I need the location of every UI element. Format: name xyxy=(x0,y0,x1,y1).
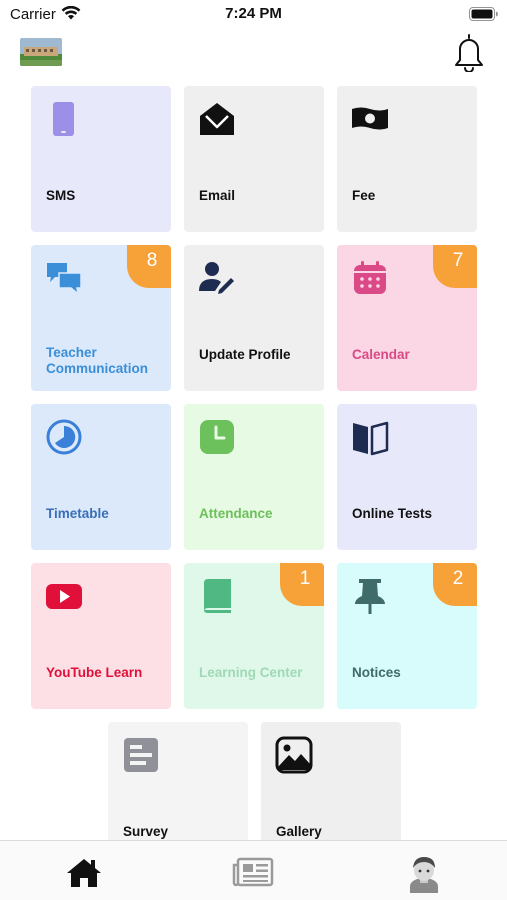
poll-icon xyxy=(122,736,160,774)
book-open-icon xyxy=(351,418,389,456)
chat-icon xyxy=(45,259,83,297)
pushpin-icon xyxy=(351,577,389,615)
notification-badge: 2 xyxy=(433,563,477,606)
tile-label: Attendance xyxy=(199,506,273,521)
notification-badge: 7 xyxy=(433,245,477,288)
tile-label: Fee xyxy=(352,188,376,203)
tile-online-tests[interactable]: Online Tests xyxy=(337,404,477,550)
tile-label: SMS xyxy=(46,188,76,203)
app-header xyxy=(0,28,507,80)
tile-label: YouTube Learn xyxy=(46,665,143,680)
phone-icon xyxy=(45,100,83,138)
tile-timetable[interactable]: Timetable xyxy=(31,404,171,550)
tile-label: Update Profile xyxy=(199,347,291,362)
image-icon xyxy=(275,736,313,774)
tile-notices[interactable]: Notices 2 xyxy=(337,563,477,709)
tile-label: Survey xyxy=(123,824,169,839)
tile-update-profile[interactable]: Update Profile xyxy=(184,245,324,391)
envelope-open-icon xyxy=(198,100,236,138)
tile-calendar[interactable]: Calendar 7 xyxy=(337,245,477,391)
tile-label: Notices xyxy=(352,665,401,680)
youtube-icon xyxy=(45,577,83,615)
newspaper-icon[interactable] xyxy=(232,853,276,893)
money-bill-icon xyxy=(351,100,389,138)
clock-icon xyxy=(198,418,236,456)
tile-label: Teacher Communication xyxy=(46,345,149,376)
battery-icon xyxy=(469,7,498,21)
school-logo xyxy=(20,38,62,66)
calendar-icon xyxy=(351,259,389,297)
tile-learning-center[interactable]: Learning Center 1 xyxy=(184,563,324,709)
tile-label: Timetable xyxy=(46,506,109,521)
tile-sms[interactable]: SMS xyxy=(31,86,171,232)
tile-label: Gallery xyxy=(276,824,322,839)
status-bar: Carrier 7:24 PM xyxy=(0,0,507,28)
home-icon[interactable] xyxy=(64,853,104,893)
book-icon xyxy=(198,577,236,615)
tile-label: Email xyxy=(199,188,236,203)
user-edit-icon xyxy=(198,259,236,297)
tile-attendance[interactable]: Attendance xyxy=(184,404,324,550)
bottom-nav xyxy=(0,840,507,900)
tile-fee[interactable]: Fee xyxy=(337,86,477,232)
tile-label: Calendar xyxy=(352,347,410,362)
clock-pie-icon xyxy=(45,418,83,456)
bell-icon[interactable] xyxy=(451,32,487,72)
notification-badge: 1 xyxy=(280,563,324,606)
tile-email[interactable]: Email xyxy=(184,86,324,232)
tile-label: Online Tests xyxy=(352,506,433,521)
notification-badge: 8 xyxy=(127,245,171,288)
tile-youtube-learn[interactable]: YouTube Learn xyxy=(31,563,171,709)
clock-time: 7:24 PM xyxy=(225,5,282,22)
tile-label: Learning Center xyxy=(199,665,303,680)
tile-teacher-communication[interactable]: Teacher Communication 8 xyxy=(31,245,171,391)
avatar-icon[interactable] xyxy=(404,853,444,893)
